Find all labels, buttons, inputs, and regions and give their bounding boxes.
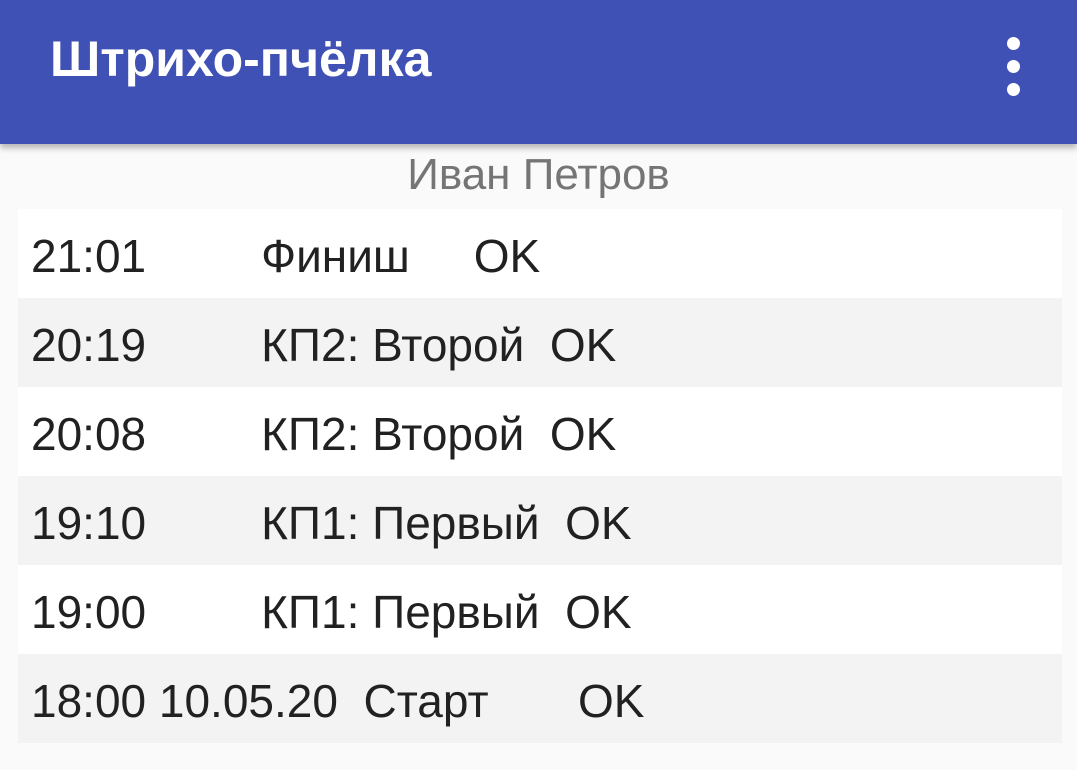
log-entry-text: 20:19 КП2: Второй OK <box>31 319 617 371</box>
list-item[interactable]: 21:01 Финиш OK <box>18 209 1062 298</box>
app-title: Штрихо-пчёлка <box>50 31 432 87</box>
list-item[interactable]: 19:10 КП1: Первый OK <box>18 476 1062 565</box>
event-log-list: 21:01 Финиш OK 20:19 КП2: Второй OK 20:0… <box>18 209 1062 743</box>
log-entry-text: 18:00 10.05.20 Старт OK <box>31 675 645 727</box>
log-entry-text: 21:01 Финиш OK <box>31 230 541 282</box>
log-entry-text: 19:00 КП1: Первый OK <box>31 586 632 638</box>
log-entry-text: 20:08 КП2: Второй OK <box>31 408 617 460</box>
more-vert-icon[interactable] <box>994 28 1034 96</box>
menu-dot <box>1007 60 1020 73</box>
list-item[interactable]: 19:00 КП1: Первый OK <box>18 565 1062 654</box>
list-item[interactable]: 20:08 КП2: Второй OK <box>18 387 1062 476</box>
list-item[interactable]: 18:00 10.05.20 Старт OK <box>18 654 1062 743</box>
list-item[interactable]: 20:19 КП2: Второй OK <box>18 298 1062 387</box>
app-bar: Штрихо-пчёлка <box>0 0 1077 144</box>
participant-name: Иван Петров <box>407 150 670 199</box>
log-entry-text: 19:10 КП1: Первый OK <box>31 497 632 549</box>
menu-dot <box>1007 37 1020 50</box>
menu-dot <box>1007 83 1020 96</box>
